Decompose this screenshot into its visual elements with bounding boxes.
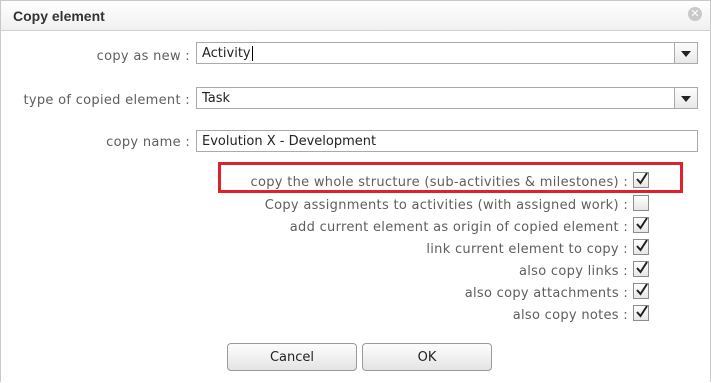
option-label: Copy assignments to activities (with ass… xyxy=(264,198,628,213)
checkmark-icon xyxy=(636,239,648,252)
ok-button[interactable]: OK xyxy=(362,343,492,371)
close-icon[interactable]: ✕ xyxy=(688,7,702,21)
cancel-button[interactable]: Cancel xyxy=(227,343,357,371)
option-label: also copy attachments : xyxy=(464,286,628,301)
option-checkbox[interactable] xyxy=(633,305,649,321)
copy-as-new-select[interactable]: Activity xyxy=(196,42,698,64)
type-of-copied-select[interactable]: Task xyxy=(196,87,698,109)
copy-name-input[interactable]: Evolution X - Development xyxy=(196,130,698,152)
type-of-copied-label: type of copied element : xyxy=(23,93,190,108)
option-checkbox[interactable] xyxy=(633,239,649,255)
checkmark-icon xyxy=(636,172,648,185)
dialog-titlebar: Copy element ✕ xyxy=(0,0,711,31)
checkmark-icon xyxy=(636,283,648,296)
text-cursor xyxy=(252,46,253,61)
option-label: also copy notes : xyxy=(512,308,628,323)
option-checkbox[interactable] xyxy=(633,217,649,233)
dialog-title: Copy element xyxy=(13,8,105,24)
chevron-down-icon[interactable] xyxy=(674,43,697,63)
option-checkbox[interactable] xyxy=(633,261,649,277)
copy-name-label: copy name : xyxy=(106,135,190,150)
checkmark-icon xyxy=(636,261,648,274)
type-of-copied-value: Task xyxy=(202,91,231,106)
checkmark-icon xyxy=(636,217,648,230)
option-label: also copy links : xyxy=(519,264,628,279)
checkmark-icon xyxy=(636,305,648,318)
copy-as-new-label: copy as new : xyxy=(96,49,190,64)
chevron-down-icon[interactable] xyxy=(674,88,697,108)
copy-as-new-value: Activity xyxy=(202,46,251,61)
option-label: link current element to copy : xyxy=(426,242,628,257)
option-label: add current element as origin of copied … xyxy=(289,220,628,235)
option-checkbox[interactable] xyxy=(633,195,649,211)
option-label: copy the whole structure (sub-activities… xyxy=(250,175,628,190)
option-checkbox[interactable] xyxy=(633,283,649,299)
option-checkbox[interactable] xyxy=(633,172,649,188)
copy-name-value: Evolution X - Development xyxy=(202,134,377,149)
